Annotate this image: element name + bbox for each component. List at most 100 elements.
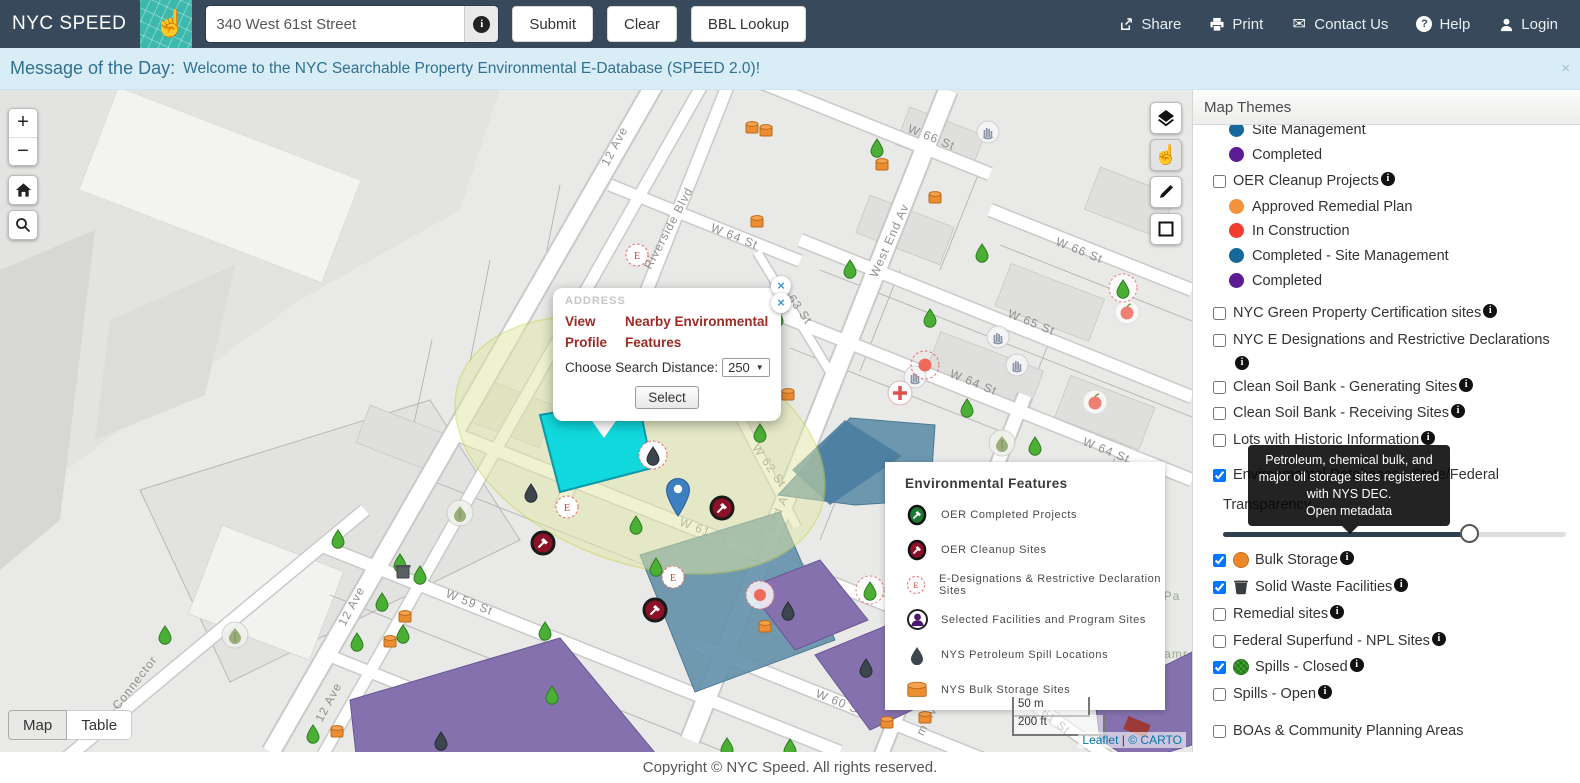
nearby-features-link[interactable]: Nearby Environmental Features <box>625 312 769 354</box>
e-designation-marker[interactable] <box>555 495 579 519</box>
theme-clean-soil-receiving: Clean Soil Bank - Receiving Sites <box>1193 400 1580 427</box>
e-designation-circled-spill[interactable] <box>638 440 668 470</box>
legend-row: Selected Facilities and Program Sites <box>905 602 1165 637</box>
e-designation-marker[interactable] <box>625 243 649 267</box>
environmental-features-legend: Environmental Features OER Completed Pro… <box>885 462 1165 710</box>
envelope-icon: ✉ <box>1292 16 1306 33</box>
info-icon[interactable] <box>1483 303 1498 318</box>
slider-knob[interactable] <box>1459 523 1479 543</box>
distance-select[interactable]: 250 ▼ <box>722 357 770 377</box>
info-icon[interactable] <box>1451 404 1465 419</box>
legend-row: OER Completed Projects <box>905 497 1165 532</box>
tab-map[interactable]: Map <box>8 710 68 740</box>
e-designation-circled-poi[interactable] <box>745 580 775 610</box>
bbl-lookup-button[interactable]: BBL Lookup <box>690 6 807 42</box>
theme-checkbox[interactable] <box>1213 725 1226 739</box>
theme-checkbox[interactable] <box>1213 469 1226 483</box>
help-link[interactable]: Help <box>1416 16 1470 33</box>
zoning-polygon-purple[interactable] <box>349 637 665 752</box>
solid-waste-marker[interactable] <box>395 564 411 579</box>
facility-person-icon <box>905 608 929 631</box>
clear-button[interactable]: Clear <box>607 6 677 42</box>
info-icon[interactable] <box>1421 431 1436 446</box>
theme-checkbox[interactable] <box>1213 661 1226 675</box>
info-icon[interactable] <box>1318 685 1333 700</box>
popup-address-label: ADDRESS <box>565 296 626 306</box>
view-profile-link[interactable]: View Profile <box>565 312 607 354</box>
submit-button[interactable]: Submit <box>512 6 593 42</box>
petroleum-drop-icon <box>905 645 929 665</box>
printer-icon <box>1209 16 1225 32</box>
share-icon <box>1118 16 1134 32</box>
info-icon[interactable] <box>1394 577 1409 592</box>
extent-select-button[interactable] <box>1150 213 1182 245</box>
theme-checkbox[interactable] <box>1213 333 1226 347</box>
trash-can-icon <box>1234 580 1248 595</box>
map-search-button[interactable] <box>8 210 38 240</box>
oer-cleanup-marker[interactable] <box>642 597 668 623</box>
message-dismiss-icon[interactable] <box>1561 60 1570 77</box>
share-link[interactable]: Share <box>1118 16 1181 33</box>
theme-checkbox[interactable] <box>1213 688 1226 702</box>
leaflet-link[interactable]: Leaflet <box>1082 733 1118 747</box>
e-designation-circled-spill[interactable] <box>855 575 885 605</box>
park-poi-icon <box>446 499 474 527</box>
login-link[interactable]: Login <box>1498 16 1558 33</box>
info-icon[interactable] <box>1380 171 1395 186</box>
theme-clean-soil-generating: Clean Soil Bank - Generating Sites <box>1193 374 1580 401</box>
info-icon[interactable] <box>1235 355 1249 370</box>
property-popup: ADDRESS View Profile Nearby Environmenta… <box>553 288 781 421</box>
legend-row: OER Cleanup Sites <box>905 532 1165 567</box>
park-poi-icon <box>988 429 1016 457</box>
zoom-control: + − <box>8 108 38 166</box>
draw-tool-button[interactable] <box>1150 176 1182 208</box>
map-themes-header: Map Themes <box>1193 90 1580 125</box>
oer-cleanup-marker[interactable] <box>709 495 735 521</box>
open-metadata-link[interactable]: Open metadata <box>1256 503 1442 520</box>
legend-entry-completed: Completed <box>1193 269 1580 294</box>
zoom-out-button[interactable]: − <box>9 137 37 165</box>
select-distance-button[interactable]: Select <box>635 385 699 409</box>
theme-checkbox[interactable] <box>1213 580 1226 594</box>
e-designation-marker[interactable] <box>661 565 685 589</box>
copyright-text: Copyright © NYC Speed. All rights reserv… <box>642 759 938 776</box>
purple-dot-icon <box>1229 273 1244 289</box>
theme-nyc-green-property: NYC Green Property Certification sites <box>1193 300 1580 327</box>
map-canvas[interactable]: E <box>0 90 1192 752</box>
blue-dot-icon <box>1229 248 1244 264</box>
home-extent-button[interactable] <box>8 175 38 205</box>
svg-text:Pa: Pa <box>1164 589 1181 603</box>
theme-nyc-e-designations: NYC E Designations and Restrictive Decla… <box>1193 327 1580 374</box>
pan-tool-button[interactable]: ☝ <box>1150 139 1182 171</box>
theme-checkbox[interactable] <box>1213 553 1226 567</box>
theme-checkbox[interactable] <box>1213 306 1226 320</box>
theme-checkbox[interactable] <box>1213 434 1226 448</box>
info-icon[interactable] <box>1459 377 1474 392</box>
carto-link[interactable]: © CARTO <box>1128 733 1182 747</box>
print-link[interactable]: Print <box>1209 16 1263 33</box>
theme-checkbox[interactable] <box>1213 380 1226 394</box>
theme-checkbox[interactable] <box>1213 174 1226 188</box>
top-navbar: NYC SPEED ☝ Submit Clear BBL Lookup Shar… <box>0 0 1580 48</box>
theme-federal-superfund: Federal Superfund - NPL Sites <box>1193 628 1580 655</box>
address-search-input[interactable] <box>206 6 465 42</box>
home-icon <box>15 183 31 197</box>
zoom-in-button[interactable]: + <box>9 109 37 137</box>
search-info-button[interactable] <box>464 6 499 42</box>
theme-checkbox[interactable] <box>1213 634 1226 648</box>
oer-cleanup-marker[interactable] <box>530 530 556 556</box>
park-poi-icon <box>221 621 249 649</box>
basemap-layers-button[interactable] <box>1150 102 1182 134</box>
theme-checkbox[interactable] <box>1213 407 1226 421</box>
popup-close-icon[interactable] <box>771 293 791 313</box>
theme-spills-open: Spills - Open <box>1193 681 1580 708</box>
info-icon[interactable] <box>1431 631 1446 646</box>
theme-checkbox[interactable] <box>1213 607 1226 621</box>
scale-metric: 50 m <box>1012 697 1090 717</box>
tab-table[interactable]: Table <box>67 710 133 740</box>
info-icon[interactable] <box>1349 658 1364 673</box>
e-designation-circled-spill[interactable] <box>1108 273 1138 303</box>
contact-us-link[interactable]: ✉ Contact Us <box>1291 16 1389 34</box>
info-icon[interactable] <box>1330 604 1345 619</box>
info-icon[interactable] <box>1340 550 1355 565</box>
